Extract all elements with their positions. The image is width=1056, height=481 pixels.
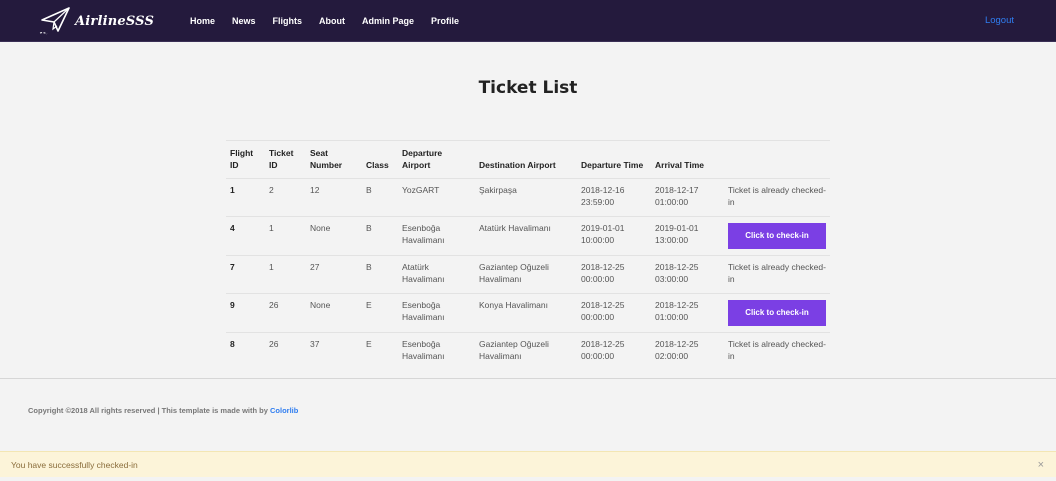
cell-destination: Şakirpaşa: [475, 178, 577, 217]
cell-ticket-id: 1: [265, 255, 306, 294]
header-destination-airport: Destination Airport: [475, 140, 577, 179]
cell-departure-time: 2018-12-25 00:00:00: [577, 332, 651, 371]
table-row: 1 2 12 B YozGART Şakirpaşa 2018-12-16 23…: [226, 178, 830, 217]
cell-ticket-id: 26: [265, 293, 306, 333]
cell-seat: None: [306, 216, 362, 256]
header-flight-id: Flight ID: [226, 140, 265, 179]
action-cell: Click to check-in: [724, 293, 830, 333]
cell-flight-id: 4: [226, 216, 265, 256]
header-action: [724, 140, 830, 179]
colorlib-link[interactable]: Colorlib: [270, 406, 298, 415]
cell-seat: 27: [306, 255, 362, 294]
cell-flight-id: 8: [226, 332, 265, 371]
header-ticket-id: Ticket ID: [265, 140, 306, 179]
cell-destination: Atatürk Havalimanı: [475, 216, 577, 256]
nav-home[interactable]: Home: [190, 16, 215, 26]
cell-arrival-time: 2018-12-25 02:00:00: [651, 332, 724, 371]
footer-text: Copyright ©2018 All rights reserved | Th…: [28, 406, 270, 415]
cell-ticket-id: 2: [265, 178, 306, 217]
footer-divider: [0, 378, 1056, 379]
cell-ticket-id: 26: [265, 332, 306, 371]
checked-in-status: Ticket is already checked-in: [724, 332, 830, 371]
check-in-button[interactable]: Click to check-in: [728, 300, 826, 326]
cell-seat: None: [306, 293, 362, 333]
cell-departure-time: 2018-12-16 23:59:00: [577, 178, 651, 217]
nav-news[interactable]: News: [232, 16, 256, 26]
close-icon[interactable]: ×: [1038, 452, 1044, 478]
cell-class: E: [362, 293, 398, 333]
cell-destination: Gaziantep Oğuzeli Havalimanı: [475, 332, 577, 371]
action-cell: Click to check-in: [724, 216, 830, 256]
nav-about[interactable]: About: [319, 16, 345, 26]
cell-departure: Esenboğa Havalimanı: [398, 216, 475, 256]
table-row: 8 26 37 E Esenboğa Havalimanı Gaziantep …: [226, 332, 830, 371]
checked-in-status: Ticket is already checked-in: [724, 255, 830, 294]
cell-departure: Atatürk Havalimanı: [398, 255, 475, 294]
nav-links: Home News Flights About Admin Page Profi…: [190, 0, 476, 42]
cell-flight-id: 1: [226, 178, 265, 217]
cell-ticket-id: 1: [265, 216, 306, 256]
cell-flight-id: 7: [226, 255, 265, 294]
cell-class: B: [362, 255, 398, 294]
table-row: 7 1 27 B Atatürk Havalimanı Gaziantep Oğ…: [226, 255, 830, 294]
header-departure-time: Departure Time: [577, 140, 651, 179]
nav-profile[interactable]: Profile: [431, 16, 459, 26]
cell-departure-time: 2018-12-25 00:00:00: [577, 255, 651, 294]
table-row: 9 26 None E Esenboğa Havalimanı Konya Ha…: [226, 293, 830, 333]
header-class: Class: [362, 140, 398, 179]
check-in-button[interactable]: Click to check-in: [728, 223, 826, 249]
cell-seat: 37: [306, 332, 362, 371]
cell-flight-id: 9: [226, 293, 265, 333]
footer-copyright: Copyright ©2018 All rights reserved | Th…: [28, 406, 298, 415]
cell-arrival-time: 2018-12-25 01:00:00: [651, 293, 724, 333]
cell-departure: Esenboğa Havalimanı: [398, 293, 475, 333]
brand-logo[interactable]: AirlineSSS: [38, 4, 154, 38]
nav-admin-page[interactable]: Admin Page: [362, 16, 414, 26]
top-navbar: AirlineSSS Home News Flights About Admin…: [0, 0, 1056, 42]
cell-arrival-time: 2019-01-01 13:00:00: [651, 216, 724, 256]
cell-class: E: [362, 332, 398, 371]
header-departure-airport: Departure Airport: [398, 140, 475, 179]
brand-name: AirlineSSS: [75, 13, 155, 29]
cell-arrival-time: 2018-12-25 03:00:00: [651, 255, 724, 294]
cell-destination: Konya Havalimanı: [475, 293, 577, 333]
paper-plane-icon: [39, 7, 70, 35]
ticket-table: Flight ID Ticket ID Seat Number Class De…: [226, 140, 830, 371]
checked-in-status: Ticket is already checked-in: [724, 178, 830, 217]
cell-class: B: [362, 178, 398, 217]
cell-seat: 12: [306, 178, 362, 217]
success-alert: You have successfully checked-in ×: [0, 451, 1056, 477]
header-arrival-time: Arrival Time: [651, 140, 724, 179]
cell-destination: Gaziantep Oğuzeli Havalimanı: [475, 255, 577, 294]
logout-link[interactable]: Logout: [985, 15, 1014, 26]
cell-departure: YozGART: [398, 178, 475, 217]
cell-departure: Esenboğa Havalimanı: [398, 332, 475, 371]
cell-class: B: [362, 216, 398, 256]
header-seat-number: Seat Number: [306, 140, 362, 179]
cell-departure-time: 2019-01-01 10:00:00: [577, 216, 651, 256]
cell-arrival-time: 2018-12-17 01:00:00: [651, 178, 724, 217]
cell-departure-time: 2018-12-25 00:00:00: [577, 293, 651, 333]
nav-flights[interactable]: Flights: [273, 16, 303, 26]
table-header-row: Flight ID Ticket ID Seat Number Class De…: [226, 140, 830, 179]
alert-message: You have successfully checked-in: [11, 460, 138, 470]
table-row: 4 1 None B Esenboğa Havalimanı Atatürk H…: [226, 216, 830, 256]
page-title: Ticket List: [478, 78, 578, 98]
